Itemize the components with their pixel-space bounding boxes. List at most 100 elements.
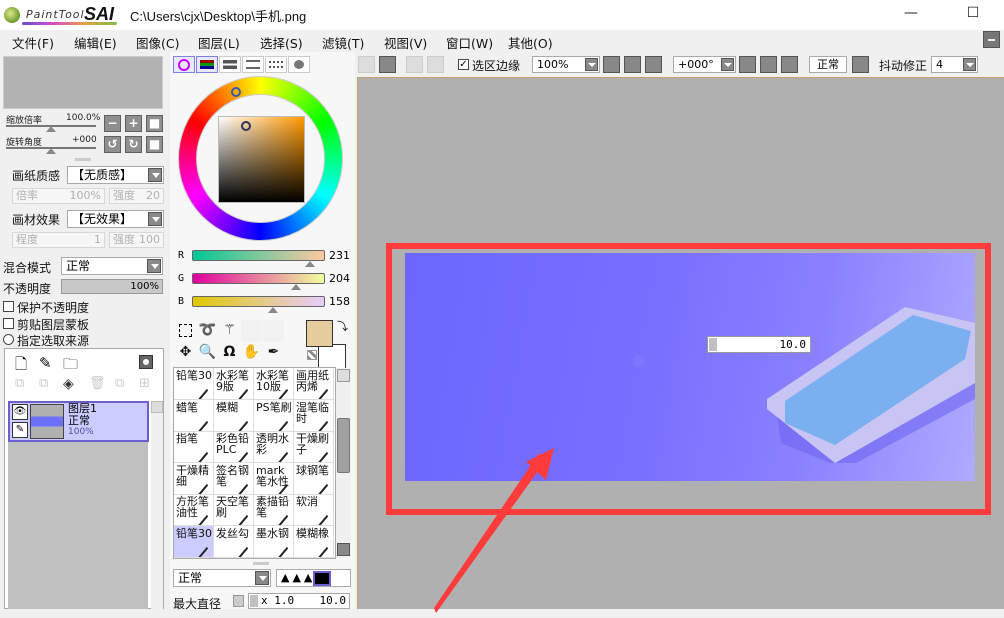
- menu-filter[interactable]: 滤镜(T): [322, 33, 364, 52]
- brush-slot[interactable]: 模糊: [214, 399, 254, 432]
- brush-lock-icon[interactable]: ✎: [12, 422, 28, 438]
- brush-slot[interactable]: mark笔水性: [254, 462, 294, 495]
- paper-effect-dropdown[interactable]: 【无效果】: [67, 210, 164, 228]
- minimize-button[interactable]: —: [896, 5, 926, 25]
- brush-slot[interactable]: 干燥刷子: [294, 431, 334, 463]
- swatches-tab[interactable]: [242, 56, 264, 73]
- menu-view[interactable]: 视图(V): [384, 33, 427, 52]
- redo-button[interactable]: [379, 56, 396, 73]
- sv-cursor[interactable]: [241, 121, 251, 131]
- maximize-button[interactable]: ☐: [958, 5, 988, 25]
- layer-row[interactable]: 👁 ✎ 图层1 正常 100%: [8, 401, 149, 442]
- brush-slot[interactable]: 素描铅笔: [254, 494, 294, 526]
- swap-colors-icon[interactable]: ⤵: [337, 318, 348, 334]
- rotate-icon[interactable]: Ω: [219, 342, 240, 363]
- menu-layer[interactable]: 图层(L): [198, 33, 240, 52]
- toolbar-zoom-out-button[interactable]: [603, 56, 620, 73]
- menu-select[interactable]: 选择(S): [260, 33, 303, 52]
- g-slider-handle[interactable]: [291, 284, 301, 290]
- brush-slot[interactable]: 水彩笔9版: [214, 368, 254, 400]
- deselect-button[interactable]: [406, 56, 423, 73]
- b-slider[interactable]: [192, 296, 325, 307]
- view-mode-button[interactable]: 正常: [809, 56, 847, 73]
- menu-window[interactable]: 窗口(W): [446, 33, 493, 52]
- flip-horizontal-button[interactable]: [852, 56, 869, 73]
- brush-slot[interactable]: 方形笔油性: [174, 494, 214, 526]
- zoom-in-button[interactable]: +: [125, 115, 142, 132]
- clip-mask-checkbox[interactable]: [3, 318, 14, 329]
- clear-layer-icon[interactable]: ◈: [63, 376, 74, 392]
- saturation-value-square[interactable]: [218, 116, 305, 203]
- toolbar-rotate-cw-button[interactable]: [760, 56, 777, 73]
- invert-selection-button[interactable]: [427, 56, 444, 73]
- b-slider-handle[interactable]: [268, 307, 278, 313]
- hsv-slider-tab[interactable]: [219, 56, 241, 73]
- brush-slot[interactable]: 天空笔刷: [214, 494, 254, 526]
- brush-slot[interactable]: 湿笔临时: [294, 399, 334, 432]
- toolbar-zoom-in-button[interactable]: [624, 56, 641, 73]
- blend-mode-dropdown[interactable]: 正常: [61, 257, 163, 275]
- rotate-ccw-button[interactable]: ↺: [104, 136, 121, 153]
- rgb-slider-tab[interactable]: [196, 56, 218, 73]
- selection-edge-checkbox[interactable]: ✓: [458, 59, 469, 70]
- opacity-slider[interactable]: 100%: [61, 279, 163, 294]
- zoom-slider-handle[interactable]: [46, 126, 56, 132]
- brush-slot[interactable]: 签名钢笔: [214, 462, 254, 495]
- zoom-icon[interactable]: 🔍: [197, 342, 218, 363]
- brush-slot[interactable]: 指笔: [174, 431, 214, 463]
- rotate-cw-button[interactable]: ↻: [125, 136, 142, 153]
- hand-icon[interactable]: ✋: [241, 342, 262, 363]
- rotate-slider-handle[interactable]: [46, 148, 56, 154]
- layer-scrollbar[interactable]: [151, 401, 163, 609]
- brush-slot[interactable]: 模糊橡: [294, 525, 334, 558]
- brush-shape-selector[interactable]: ▲▲▲: [276, 569, 351, 587]
- navigator-preview[interactable]: [3, 56, 163, 109]
- brush-slot[interactable]: 球钢笔: [294, 462, 334, 495]
- brush-slot[interactable]: 墨水钢: [254, 525, 294, 558]
- primary-color-swatch[interactable]: [306, 320, 333, 347]
- paper-texture-dropdown[interactable]: 【无质感】: [67, 166, 164, 184]
- menu-other[interactable]: 其他(O): [508, 33, 553, 52]
- brush-slot[interactable]: 透明水彩: [254, 431, 294, 463]
- lasso-icon[interactable]: ➰: [197, 320, 218, 341]
- brush-slot[interactable]: 发丝勾: [214, 525, 254, 558]
- document-minimize-button[interactable]: [983, 31, 1000, 48]
- new-vector-layer-icon[interactable]: ✎: [39, 354, 52, 372]
- panel-splitter[interactable]: [253, 562, 269, 565]
- selection-source-radio[interactable]: [3, 334, 14, 345]
- palette-tab[interactable]: [265, 56, 287, 73]
- zoom-dropdown[interactable]: 100%: [532, 56, 600, 73]
- brush-size-slider[interactable]: x 1.0 10.0: [248, 593, 350, 609]
- brush-slot[interactable]: 干燥精细: [174, 462, 214, 495]
- rotation-dropdown[interactable]: +000°: [673, 56, 736, 73]
- brush-slot[interactable]: 蜡笔: [174, 399, 214, 432]
- rotate-reset-button[interactable]: ■: [146, 136, 163, 153]
- brush-slot[interactable]: 软消: [294, 494, 334, 526]
- eyedropper-icon[interactable]: ✒: [263, 342, 284, 363]
- brush-slot[interactable]: PS笔刷: [254, 399, 294, 432]
- transparent-color-icon[interactable]: [307, 350, 317, 360]
- g-slider[interactable]: [192, 273, 325, 284]
- r-slider-handle[interactable]: [305, 261, 315, 267]
- canvas-area[interactable]: 10.0: [357, 77, 1004, 613]
- brush-slot[interactable]: 铅笔30: [174, 525, 214, 558]
- r-slider[interactable]: [192, 250, 325, 261]
- brush-slot[interactable]: 彩色铅PLC: [214, 431, 254, 463]
- move-icon[interactable]: ✥: [175, 342, 196, 363]
- zoom-reset-button[interactable]: ■: [146, 115, 163, 132]
- brush-scrollbar[interactable]: [336, 368, 351, 558]
- brush-blend-dropdown[interactable]: 正常: [173, 569, 271, 587]
- layer-mask-icon[interactable]: [139, 355, 153, 369]
- brush-slot[interactable]: 水彩笔10版: [254, 368, 294, 400]
- scrollbar-thumb[interactable]: [337, 418, 350, 473]
- toolbar-zoom-reset-button[interactable]: [645, 56, 662, 73]
- scratchpad-tab[interactable]: [288, 56, 310, 73]
- size-range-button[interactable]: [233, 595, 244, 607]
- hue-cursor[interactable]: [231, 87, 241, 97]
- panel-splitter[interactable]: [75, 158, 91, 161]
- zoom-out-button[interactable]: −: [104, 115, 121, 132]
- toolbar-rotate-ccw-button[interactable]: [739, 56, 756, 73]
- eye-icon[interactable]: 👁: [12, 404, 28, 420]
- magic-wand-icon[interactable]: ⚚: [219, 320, 240, 341]
- undo-button[interactable]: [358, 56, 375, 73]
